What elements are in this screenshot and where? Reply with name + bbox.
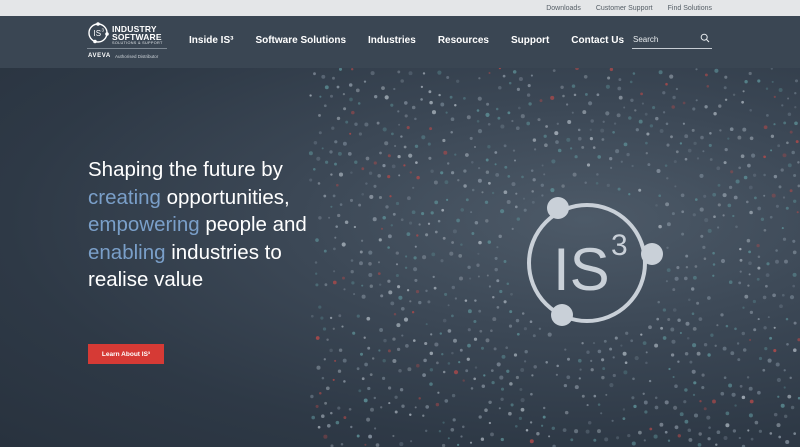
search-input[interactable] xyxy=(633,32,697,46)
emblem-superscript: 3 xyxy=(611,229,628,262)
headline-accent-enabling: enabling xyxy=(88,240,166,264)
utility-link-downloads[interactable]: Downloads xyxy=(546,5,581,12)
utility-bar: Downloads Customer Support Find Solution… xyxy=(0,0,800,16)
headline-accent-creating: creating xyxy=(88,185,161,209)
logo-divider xyxy=(87,48,167,49)
svg-text:IS: IS xyxy=(94,29,102,38)
nav-support[interactable]: Support xyxy=(511,35,549,46)
headline-line-4-rest: industries to xyxy=(165,240,282,264)
aveva-logo: AVEVA xyxy=(88,53,111,59)
hero-headline: Shaping the future by creating opportuni… xyxy=(88,156,348,294)
headline-line-2-rest: opportunities, xyxy=(160,185,290,209)
learn-about-button[interactable]: Learn About IS³ xyxy=(88,344,164,364)
nav-industries[interactable]: Industries xyxy=(368,35,416,46)
nav-resources[interactable]: Resources xyxy=(438,35,489,46)
main-nav: Inside IS³ Software Solutions Industries… xyxy=(189,35,646,46)
nav-inside-is3[interactable]: Inside IS³ xyxy=(189,35,233,46)
hero-banner: IS 3 Shaping the future by creating oppo… xyxy=(0,68,800,447)
is3-logo-icon: IS 3 xyxy=(88,22,109,44)
site-header: IS 3 INDUSTRY SOFTWARE SOLUTIONS & SUPPO… xyxy=(0,16,800,68)
headline-line-3-rest: people and xyxy=(199,213,307,236)
headline-line-1: Shaping the future by xyxy=(88,158,283,181)
emblem-text: IS xyxy=(553,236,610,303)
site-logo[interactable]: IS 3 INDUSTRY SOFTWARE SOLUTIONS & SUPPO… xyxy=(87,22,167,64)
nav-contact-us[interactable]: Contact Us xyxy=(571,35,624,46)
headline-line-5: realise value xyxy=(88,268,204,291)
svg-text:3: 3 xyxy=(102,28,105,33)
logo-tagline: SOLUTIONS & SUPPORT xyxy=(112,41,163,45)
utility-link-find-solutions[interactable]: Find Solutions xyxy=(668,5,712,12)
nav-software-solutions[interactable]: Software Solutions xyxy=(255,35,346,46)
logo-wordmark: INDUSTRY SOFTWARE SOLUTIONS & SUPPORT xyxy=(112,25,163,46)
is3-emblem-icon: IS 3 xyxy=(527,197,663,326)
search-icon[interactable] xyxy=(700,33,710,43)
distributor-label: Authorised Distributor xyxy=(115,54,159,59)
search-box xyxy=(632,29,712,49)
headline-accent-empowering: empowering xyxy=(88,213,200,236)
utility-link-customer-support[interactable]: Customer Support xyxy=(596,5,653,12)
